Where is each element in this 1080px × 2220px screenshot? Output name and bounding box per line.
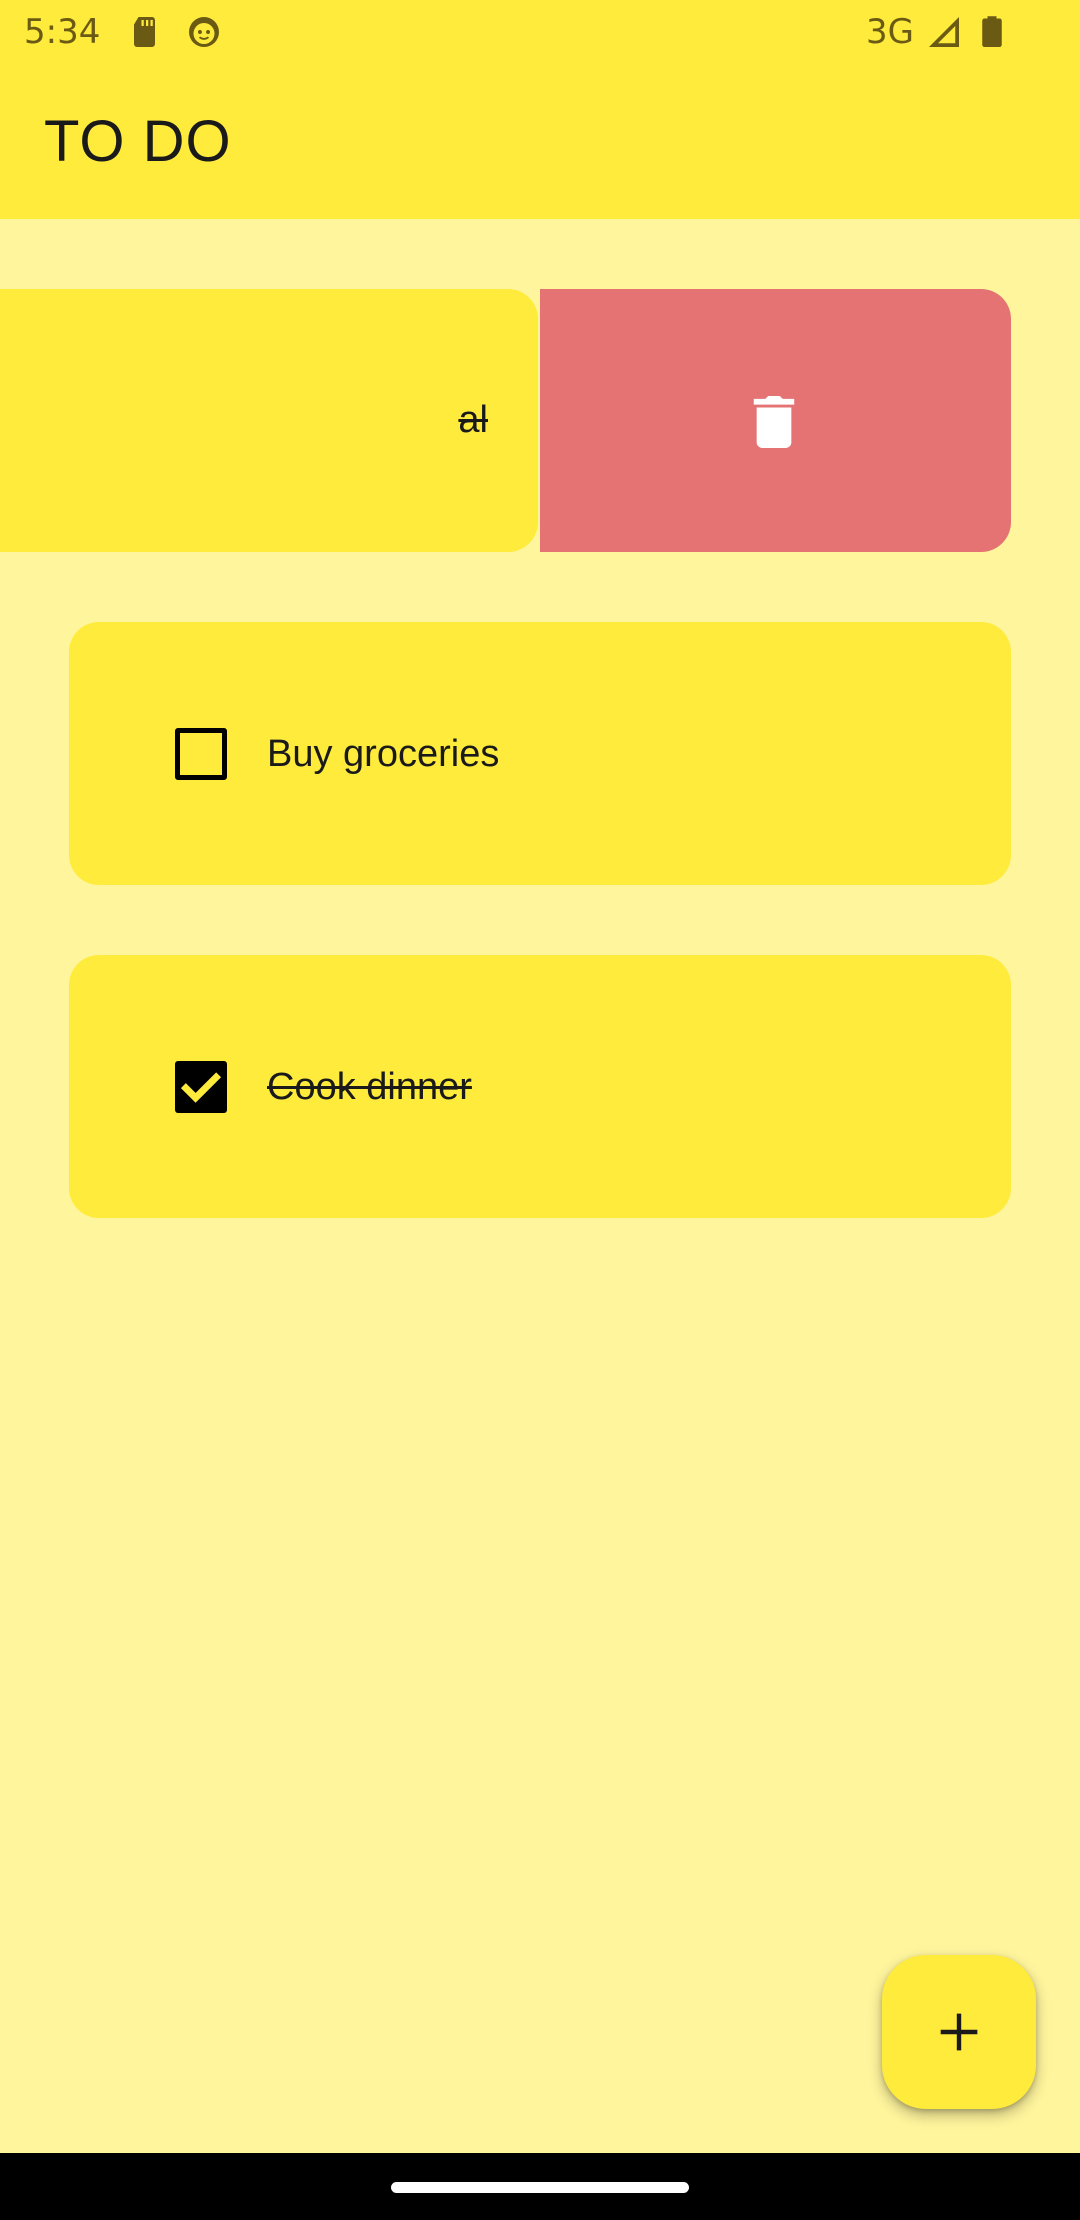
todo-item[interactable]: Cook dinner [69,955,1011,1218]
todo-item[interactable]: Buy groceries [69,622,1011,885]
add-todo-button[interactable] [882,1955,1036,2109]
todo-label: al [458,399,488,441]
status-time: 5:34 [24,12,101,52]
face-icon [186,14,222,50]
app-bar: TO DO [0,63,1080,219]
signal-icon [926,14,962,50]
page-title: TO DO [44,109,232,174]
plus-icon [937,2010,981,2054]
todo-label: Cook dinner [267,1066,472,1108]
sd-card-icon [128,14,164,50]
status-bar: 5:34 3G [0,0,1080,63]
network-type: 3G [866,12,914,52]
todo-checkbox[interactable] [175,1061,227,1113]
battery-icon [974,14,1010,50]
home-handle[interactable] [391,2182,689,2193]
todo-checkbox[interactable] [175,728,227,780]
todo-label: Buy groceries [267,733,500,775]
todo-item-swiped[interactable]: al [0,289,538,552]
delete-action-background[interactable] [540,289,1011,552]
navigation-bar [0,2153,1080,2220]
trash-icon [751,396,797,448]
